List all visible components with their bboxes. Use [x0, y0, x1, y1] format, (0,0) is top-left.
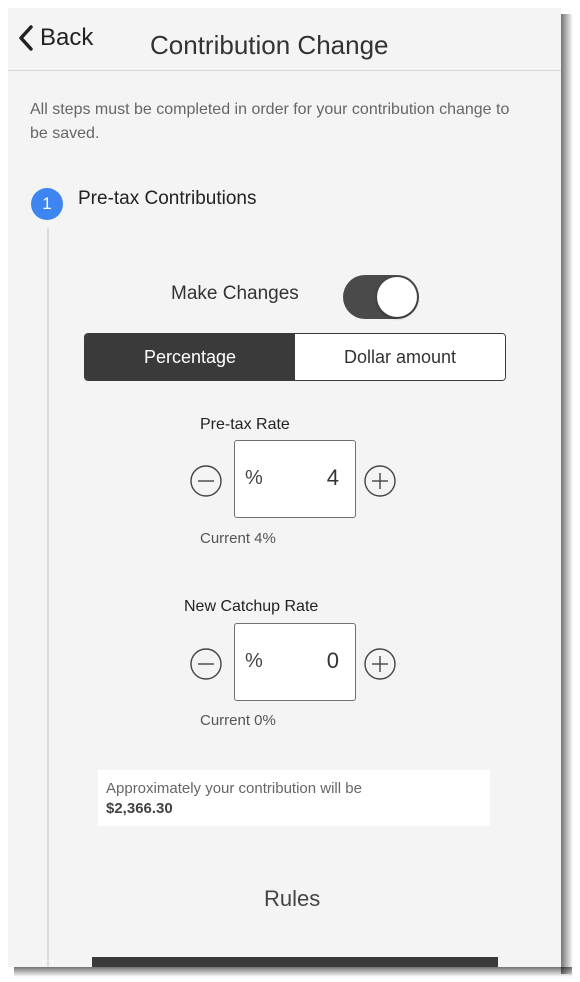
amount-type-segmented-control: Percentage Dollar amount: [84, 333, 506, 381]
catchup-rate-input[interactable]: % 0: [234, 623, 356, 701]
page-title: Contribution Change: [150, 30, 389, 60]
estimate-text: Approximately your contribution will be: [106, 780, 362, 797]
segment-dollar-amount[interactable]: Dollar amount: [295, 334, 505, 380]
step-title: Pre-tax Contributions: [78, 188, 257, 209]
plus-circle-icon[interactable]: [364, 465, 396, 497]
make-changes-toggle[interactable]: [343, 275, 419, 319]
catchup-rate-unit: %: [245, 650, 263, 672]
toggle-knob: [377, 277, 417, 317]
minus-circle-icon[interactable]: [190, 465, 222, 497]
segment-percentage[interactable]: Percentage: [85, 334, 295, 380]
plus-circle-icon[interactable]: [364, 648, 396, 680]
top-bar: Back Contribution Change: [8, 8, 561, 71]
pretax-current-rate: Current 4%: [200, 530, 276, 547]
bottom-action-button[interactable]: [92, 957, 498, 967]
back-button[interactable]: Back: [18, 24, 93, 52]
catchup-rate-title: New Catchup Rate: [184, 598, 319, 615]
pretax-rate-value: 4: [326, 465, 339, 490]
back-label: Back: [40, 24, 94, 51]
contribution-estimate-box: Approximately your contribution will be …: [98, 770, 490, 826]
pretax-rate-title: Pre-tax Rate: [200, 416, 290, 433]
pretax-rate-input[interactable]: % 4: [234, 440, 356, 518]
catchup-current-rate: Current 0%: [200, 712, 276, 729]
frame-shadow-right: [561, 14, 573, 974]
chevron-left-icon: [19, 25, 33, 51]
phone-screen: Back Contribution Change All steps must …: [8, 8, 561, 967]
intro-text: All steps must be completed in order for…: [30, 101, 510, 142]
catchup-rate-value: 0: [326, 648, 339, 673]
step-number-badge: 1: [31, 188, 63, 220]
minus-circle-icon[interactable]: [190, 648, 222, 680]
estimate-amount: $2,366.30: [106, 800, 173, 817]
step-timeline-line: [47, 228, 49, 967]
frame-shadow-bottom: [14, 967, 572, 977]
rules-heading: Rules: [264, 886, 321, 911]
pretax-rate-unit: %: [245, 467, 263, 489]
make-changes-label: Make Changes: [171, 283, 299, 304]
